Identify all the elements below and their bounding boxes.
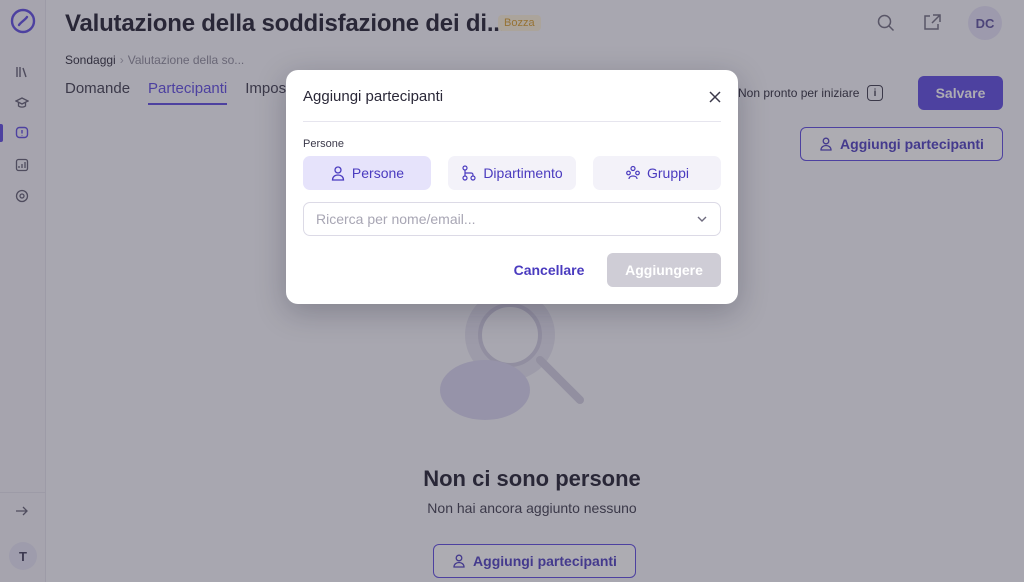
search-placeholder: Ricerca per nome/email... xyxy=(316,211,476,227)
person-icon xyxy=(331,166,345,181)
close-icon[interactable] xyxy=(706,88,724,106)
modal-title: Aggiungi partecipanti xyxy=(303,88,444,105)
segment-gruppi[interactable]: Gruppi xyxy=(593,156,721,190)
segment-label: Dipartimento xyxy=(483,165,563,181)
cancel-button[interactable]: Cancellare xyxy=(504,253,594,287)
segment-label: Persone xyxy=(351,165,405,181)
add-participants-modal: Aggiungi partecipanti Persone Persone Di… xyxy=(286,70,738,304)
modal-divider xyxy=(303,121,721,122)
chevron-down-icon xyxy=(697,216,707,222)
participant-search-select[interactable]: Ricerca per nome/email... xyxy=(303,202,721,236)
group-icon xyxy=(626,165,640,180)
hierarchy-icon xyxy=(462,165,476,181)
section-label: Persone xyxy=(303,138,344,150)
segment-label: Gruppi xyxy=(646,165,690,181)
segment-persone[interactable]: Persone xyxy=(303,156,431,190)
add-button[interactable]: Aggiungere xyxy=(607,253,721,287)
segment-dipartimento[interactable]: Dipartimento xyxy=(448,156,576,190)
